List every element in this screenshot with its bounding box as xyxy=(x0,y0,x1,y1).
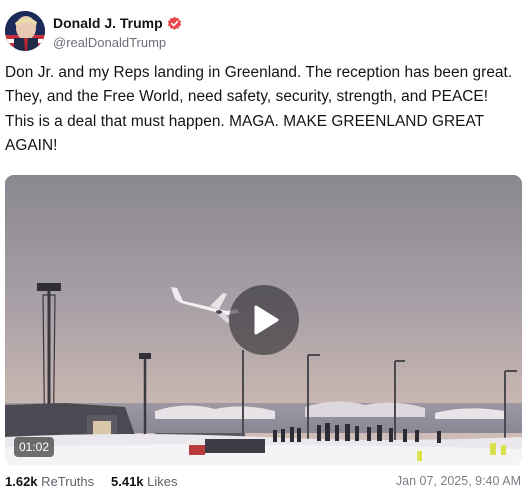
post-footer: 1.62k ReTruths 5.41k Likes Jan 07, 2025,… xyxy=(5,474,521,492)
video-duration: 01:02 xyxy=(14,437,55,457)
retruths-stat[interactable]: 1.62k ReTruths xyxy=(5,474,94,489)
name-row: Donald J. Trump xyxy=(53,14,182,32)
post-header: Donald J. Trump @realDonaldTrump xyxy=(5,11,521,55)
verified-badge-icon xyxy=(167,16,181,30)
play-button[interactable] xyxy=(229,285,299,355)
likes-stat[interactable]: 5.41k Likes xyxy=(111,474,178,489)
avatar[interactable] xyxy=(5,11,45,51)
author-handle[interactable]: @realDonaldTrump xyxy=(53,35,166,50)
video-player[interactable]: 01:02 xyxy=(5,175,522,465)
retruths-count: 1.62k xyxy=(5,474,38,489)
retruths-label: ReTruths xyxy=(41,474,95,489)
post-timestamp[interactable]: Jan 07, 2025, 9:40 AM xyxy=(396,474,521,488)
post-body-text: Don Jr. and my Reps landing in Greenland… xyxy=(5,64,513,154)
display-name[interactable]: Donald J. Trump xyxy=(53,15,163,31)
likes-count: 5.41k xyxy=(111,474,144,489)
play-icon xyxy=(254,305,279,335)
likes-label: Likes xyxy=(147,474,178,489)
